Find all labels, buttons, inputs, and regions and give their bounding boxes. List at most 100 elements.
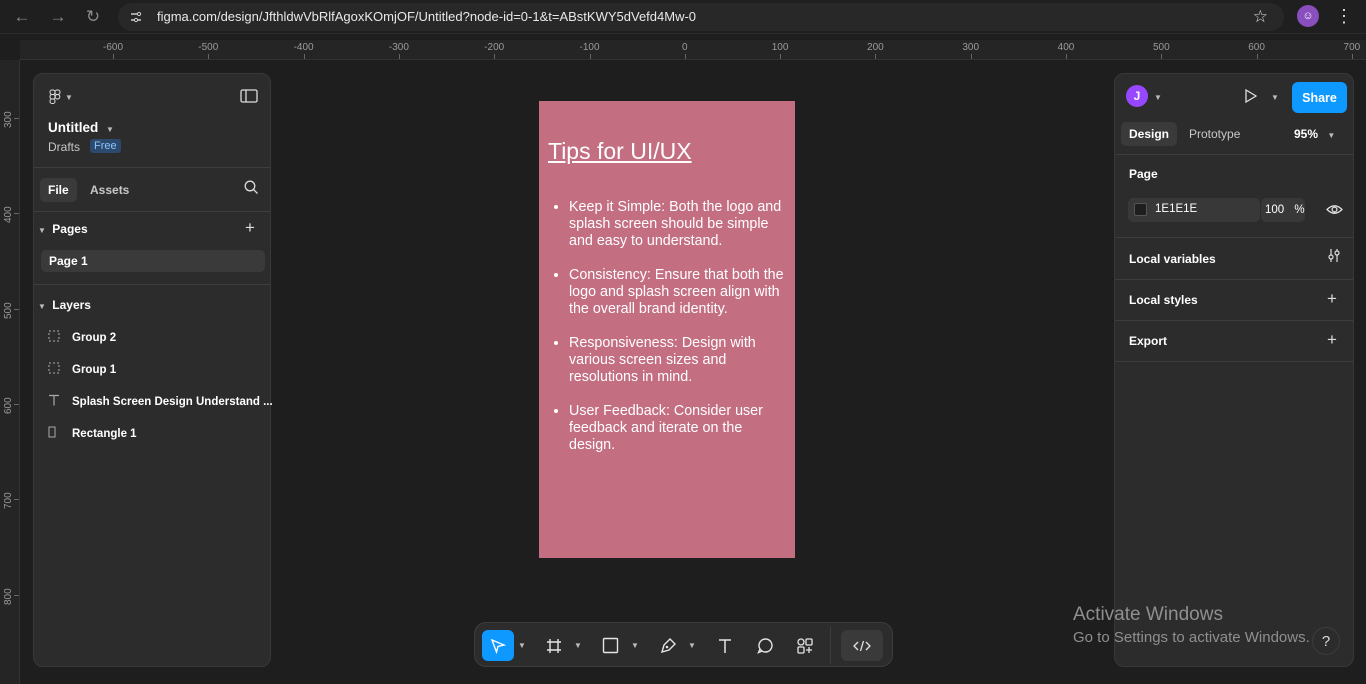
ruler-top-label: 300 [962,42,980,53]
tip-item[interactable]: Responsiveness: Design with various scre… [569,335,791,386]
file-name[interactable]: Untitled ▼ [48,120,114,135]
chevron-down-icon: ▼ [38,226,46,235]
browser-menu-icon[interactable]: ⋮ [1334,6,1354,28]
opacity-unit: % [1294,204,1305,216]
zoom-level[interactable]: 95% ▼ [1294,122,1335,146]
tab-prototype[interactable]: Prototype [1189,122,1240,146]
share-button[interactable]: Share [1292,82,1347,113]
ruler-tick [494,54,496,59]
pages-heading: Pages [52,222,88,236]
actions-tool-icon[interactable] [792,630,818,661]
layer-name: Group 2 [72,332,117,344]
main-menu-button[interactable]: ▼ [49,88,79,106]
tab-file[interactable]: File [40,178,77,202]
text-layer-icon [48,394,64,409]
chevron-down-icon[interactable]: ▼ [630,630,640,661]
add-page-icon[interactable]: + [245,218,255,238]
section-title[interactable]: Local variables [1129,252,1216,266]
tip-item[interactable]: Consistency: Ensure that both the logo a… [569,267,791,318]
ruler-top-label: -200 [484,42,505,53]
color-hex[interactable]: 1E1E1E [1155,203,1197,215]
section-title[interactable]: Local styles [1129,293,1198,307]
move-tool-icon[interactable] [482,630,514,661]
add-export-icon[interactable]: + [1327,330,1337,350]
url-text[interactable]: figma.com/design/JfthldwVbRlfAgoxKOmjOF/… [157,9,696,24]
divider [1115,279,1353,280]
forward-icon[interactable]: → [47,6,69,28]
reload-icon[interactable]: ↻ [82,6,104,28]
rectangle-tool-icon[interactable] [597,630,623,661]
ruler-top-label: -100 [579,42,600,53]
opacity-field[interactable]: 100 % [1261,198,1305,222]
eye-visibility-icon[interactable] [1326,202,1343,220]
chevron-down-icon[interactable]: ▼ [573,630,583,661]
user-avatar[interactable]: J [1126,85,1148,107]
ruler-tick [1351,54,1353,59]
ruler-tick [303,54,305,59]
group-icon [48,362,64,377]
zoom-value: 95% [1294,127,1319,141]
ruler-top-label: -300 [388,42,409,53]
layer-name: Rectangle 1 [72,428,137,440]
comment-tool-icon[interactable] [752,630,778,661]
chevron-down-icon[interactable]: ▼ [1271,93,1279,102]
pen-tool-icon[interactable] [655,630,681,661]
tip-item[interactable]: Keep it Simple: Both the logo and splash… [569,199,791,250]
ruler-top: -600 -500 -400 -300 -200 -100 0 100 200 300 400 500… [20,40,1366,60]
ruler-tick [14,213,19,215]
present-play-icon[interactable] [1243,88,1259,107]
left-panel: ▼ Untitled ▼ Drafts Free File Assets ▼ P… [33,73,273,667]
profile-avatar[interactable]: ☺ [1297,5,1319,27]
ruler-top-label: 0 [682,42,688,53]
frame-tool-icon[interactable] [541,630,567,661]
section-title[interactable]: Export [1129,334,1167,348]
chevron-down-icon[interactable]: ▼ [517,630,527,661]
ruler-tick [398,54,400,59]
back-icon[interactable]: ← [11,6,33,28]
layer-item[interactable]: Splash Screen Design Understand ... [48,394,273,409]
page-item[interactable]: Page 1 [41,250,265,272]
color-swatch[interactable] [1134,203,1147,216]
ruler-top-label: -400 [293,42,314,53]
site-info-icon[interactable] [128,9,144,25]
bookmark-star-icon[interactable]: ☆ [1253,7,1268,27]
ruler-left-label: 800 [3,587,14,605]
address-bar[interactable]: figma.com/design/JfthldwVbRlfAgoxKOmjOF/… [118,3,1284,31]
design-frame[interactable]: Tips for UI/UX Keep it Simple: Both the … [539,101,795,558]
frame-title[interactable]: Tips for UI/UX [548,138,692,165]
divider [34,167,270,168]
tab-design[interactable]: Design [1121,122,1178,146]
sidebar-toggle-icon[interactable] [240,89,258,103]
text-tool-icon[interactable] [712,630,738,661]
ruler-tick [1161,54,1163,59]
divider [1115,320,1353,321]
layers-header[interactable]: ▼ Layers [38,298,91,312]
ruler-left-label: 500 [3,301,14,319]
ruler-left-label: 300 [3,111,14,128]
divider [1115,154,1353,155]
variables-icon[interactable] [1327,248,1341,266]
layer-item[interactable]: Group 1 [48,362,268,377]
help-button[interactable]: ? [1312,627,1340,655]
file-location[interactable]: Drafts [48,140,80,154]
divider [34,211,270,212]
plan-badge: Free [90,139,121,153]
chevron-down-icon[interactable]: ▼ [687,630,697,661]
ruler-tick [14,403,19,405]
ruler-left-label: 600 [3,397,14,414]
tab-assets[interactable]: Assets [90,178,129,202]
chevron-down-icon[interactable]: ▼ [1154,93,1162,102]
layer-item[interactable]: Rectangle 1 [48,426,268,441]
add-style-icon[interactable]: + [1327,289,1337,309]
layer-name: Group 1 [72,364,117,376]
rectangle-layer-icon [48,426,64,441]
tips-list[interactable]: Keep it Simple: Both the logo and splash… [569,199,791,471]
pages-header[interactable]: ▼ Pages [38,222,88,236]
background-color-field[interactable]: 1E1E1E [1128,198,1260,222]
ruler-top-label: 200 [867,42,884,53]
search-icon[interactable] [244,180,259,198]
layer-item[interactable]: Group 2 [48,330,268,345]
dev-mode-icon[interactable] [841,630,883,661]
activate-windows-subtitle: Go to Settings to activate Windows. [1073,629,1310,646]
tip-item[interactable]: User Feedback: Consider user feedback an… [569,403,791,454]
